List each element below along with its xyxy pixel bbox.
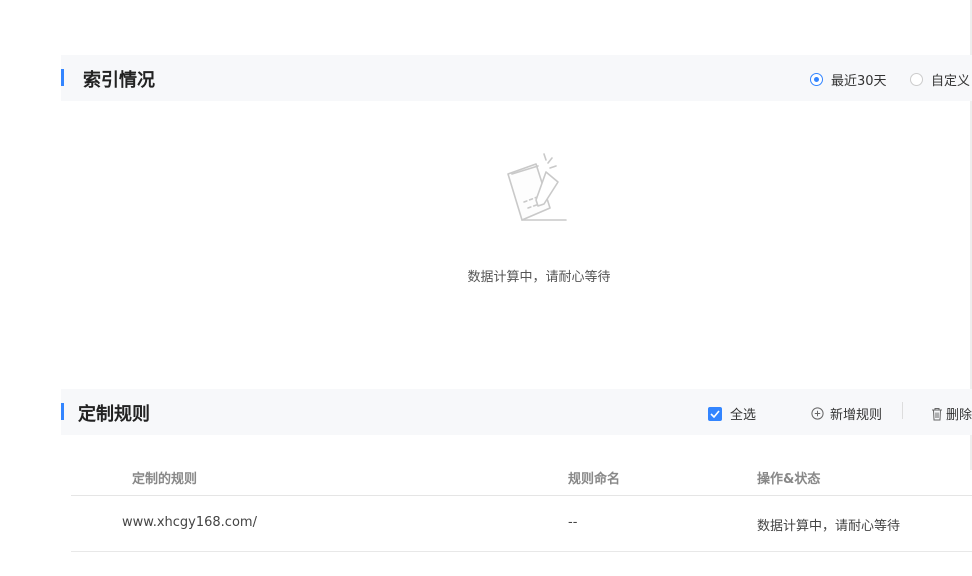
radio-checked-icon[interactable] <box>810 73 823 86</box>
radio-unchecked-icon[interactable] <box>910 73 923 86</box>
section-accent-bar <box>61 69 64 86</box>
rules-table: 定制的规则 规则命名 操作&状态 www.xhcgy168.com/ -- 数据… <box>71 458 972 552</box>
range-option-label: 最近30天 <box>831 74 887 89</box>
table-header: 定制的规则 规则命名 操作&状态 <box>71 458 972 496</box>
select-all-checkbox[interactable]: 全选 <box>708 404 756 423</box>
add-rule-label: 新增规则 <box>830 408 883 423</box>
select-all-label: 全选 <box>730 408 757 423</box>
trash-icon <box>931 407 943 421</box>
index-section-header: 索引情况 最近30天 自定义 <box>61 55 972 101</box>
add-rule-button[interactable]: 新增规则 <box>811 404 882 423</box>
rule-status: 数据计算中，请耐心等待 <box>757 519 901 534</box>
column-header-status: 操作&状态 <box>757 472 821 487</box>
empty-notebook-icon <box>500 148 572 236</box>
checkbox-checked-icon[interactable] <box>708 406 722 421</box>
delete-label: 删除 <box>946 408 972 423</box>
rule-url: www.xhcgy168.com/ <box>122 515 257 530</box>
rules-section-title: 定制规则 <box>78 404 150 425</box>
empty-state-message: 数据计算中，请耐心等待 <box>467 270 611 285</box>
toolbar-divider <box>902 402 903 419</box>
table-row: www.xhcgy168.com/ -- 数据计算中，请耐心等待 <box>71 496 972 552</box>
rule-name: -- <box>568 515 578 530</box>
rules-section-header: 定制规则 全选 新增规则 删除 <box>61 389 972 435</box>
range-option-label: 自定义 <box>931 74 971 89</box>
delete-button[interactable]: 删除 <box>931 404 972 423</box>
range-option-custom[interactable]: 自定义 <box>910 70 970 89</box>
section-accent-bar <box>61 403 64 420</box>
index-section-title: 索引情况 <box>83 70 155 91</box>
column-header-name: 规则命名 <box>568 472 621 487</box>
column-header-rule: 定制的规则 <box>132 472 198 487</box>
range-option-30-days[interactable]: 最近30天 <box>810 70 887 89</box>
plus-circle-icon <box>811 407 824 420</box>
